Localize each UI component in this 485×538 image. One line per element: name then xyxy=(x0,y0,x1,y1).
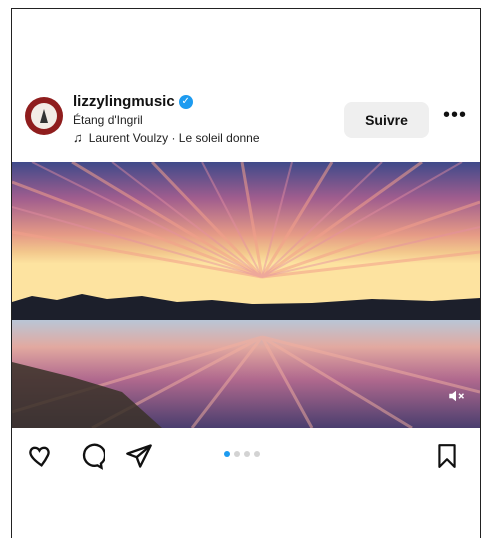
post-media[interactable] xyxy=(12,162,480,428)
follow-button[interactable]: Suivre xyxy=(344,102,429,138)
sunset-reflection-image xyxy=(12,162,480,428)
carousel-dot xyxy=(234,451,240,457)
location-link[interactable]: Étang d'Ingril xyxy=(73,113,143,127)
speaker-muted-icon[interactable] xyxy=(446,386,466,406)
music-label: Laurent Voulzy · Le soleil donne xyxy=(88,130,260,145)
avatar[interactable] xyxy=(25,97,63,135)
carousel-dot xyxy=(224,451,230,457)
more-options-button[interactable]: ••• xyxy=(443,105,467,125)
bookmark-outline-icon[interactable] xyxy=(432,441,462,471)
post-actions xyxy=(12,435,480,475)
username-row: lizzylingmusic ✓ xyxy=(73,93,193,110)
paper-plane-icon[interactable] xyxy=(124,441,154,471)
carousel-indicator xyxy=(224,451,260,457)
music-link[interactable]: ♫ Laurent Voulzy · Le soleil donne xyxy=(73,130,260,145)
carousel-dot xyxy=(254,451,260,457)
username[interactable]: lizzylingmusic xyxy=(73,93,175,110)
post-card: lizzylingmusic ✓ Étang d'Ingril ♫ Lauren… xyxy=(11,8,481,538)
heart-outline-icon[interactable] xyxy=(26,441,56,471)
music-note-icon: ♫ xyxy=(73,130,83,145)
post-header: lizzylingmusic ✓ Étang d'Ingril ♫ Lauren… xyxy=(12,93,480,147)
carousel-dot xyxy=(244,451,250,457)
comment-bubble-icon[interactable] xyxy=(76,441,106,471)
avatar-image xyxy=(31,103,57,129)
verified-badge-icon: ✓ xyxy=(178,94,193,109)
